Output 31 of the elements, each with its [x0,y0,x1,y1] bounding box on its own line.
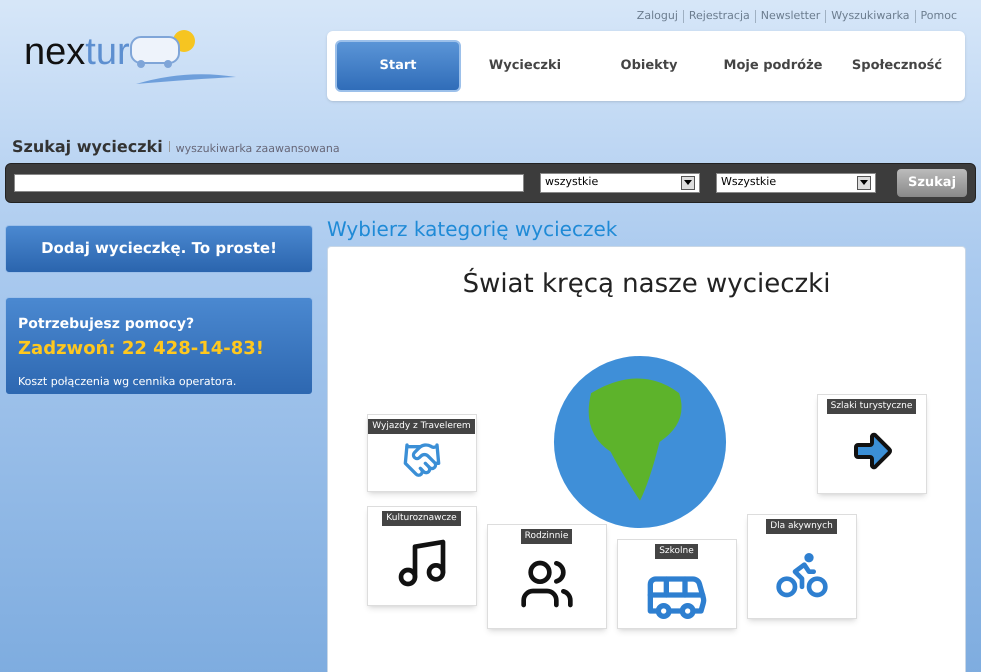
category-select[interactable]: wszystkie [540,172,700,192]
category-label: Dla akywnych [766,518,837,534]
category-card[interactable]: Szkolne [616,538,736,628]
category-card[interactable]: Szlaki turystyczne [816,394,926,494]
category-label: Wyjazdy z Travelerem [368,418,475,434]
nav-tab[interactable]: Moje podróże [713,40,833,92]
categories-heading: Wybierz kategorię wycieczek [327,216,618,242]
help-phone: Zadzwoń: 22 428-14-83! [18,336,265,360]
dropdown-caret-icon [684,180,692,185]
category-card[interactable]: Kulturoznawcze [366,506,476,606]
category-label: Rodzinnie [520,528,572,544]
category-label: Szlaki turystyczne [826,398,916,414]
logo-text[interactable]: nextur [24,32,130,70]
category-select[interactable]: Wszystkie [716,172,876,192]
nav-tab[interactable]: Wycieczki [465,40,585,92]
help-note: Koszt połączenia wg cennika operatora. [18,374,238,390]
nav-tab[interactable]: Start [335,40,461,92]
category-card[interactable]: Wyjazdy z Travelerem [366,414,476,492]
nav-tab[interactable]: Społeczność [837,40,957,92]
add-trip-button[interactable]: Dodaj wycieczkę. To proste! [5,224,313,272]
nav-tab[interactable]: Obiekty [589,40,709,92]
banner-title: Świat kręcą nasze wycieczki [462,266,830,300]
advanced-search-link[interactable]: wyszukiwarka zaawansowana [176,140,340,157]
dropdown-caret-icon [860,180,868,185]
help-question: Potrzebujesz pomocy? [18,314,196,334]
category-label: Szkolne [655,544,698,559]
category-card[interactable]: Dla akywnych [746,514,856,618]
search-title: Szukaj wycieczki [12,136,163,158]
category-label: Kulturoznawcze [382,510,461,526]
search-field[interactable] [14,174,524,192]
category-card[interactable]: Rodzinnie [486,524,606,628]
